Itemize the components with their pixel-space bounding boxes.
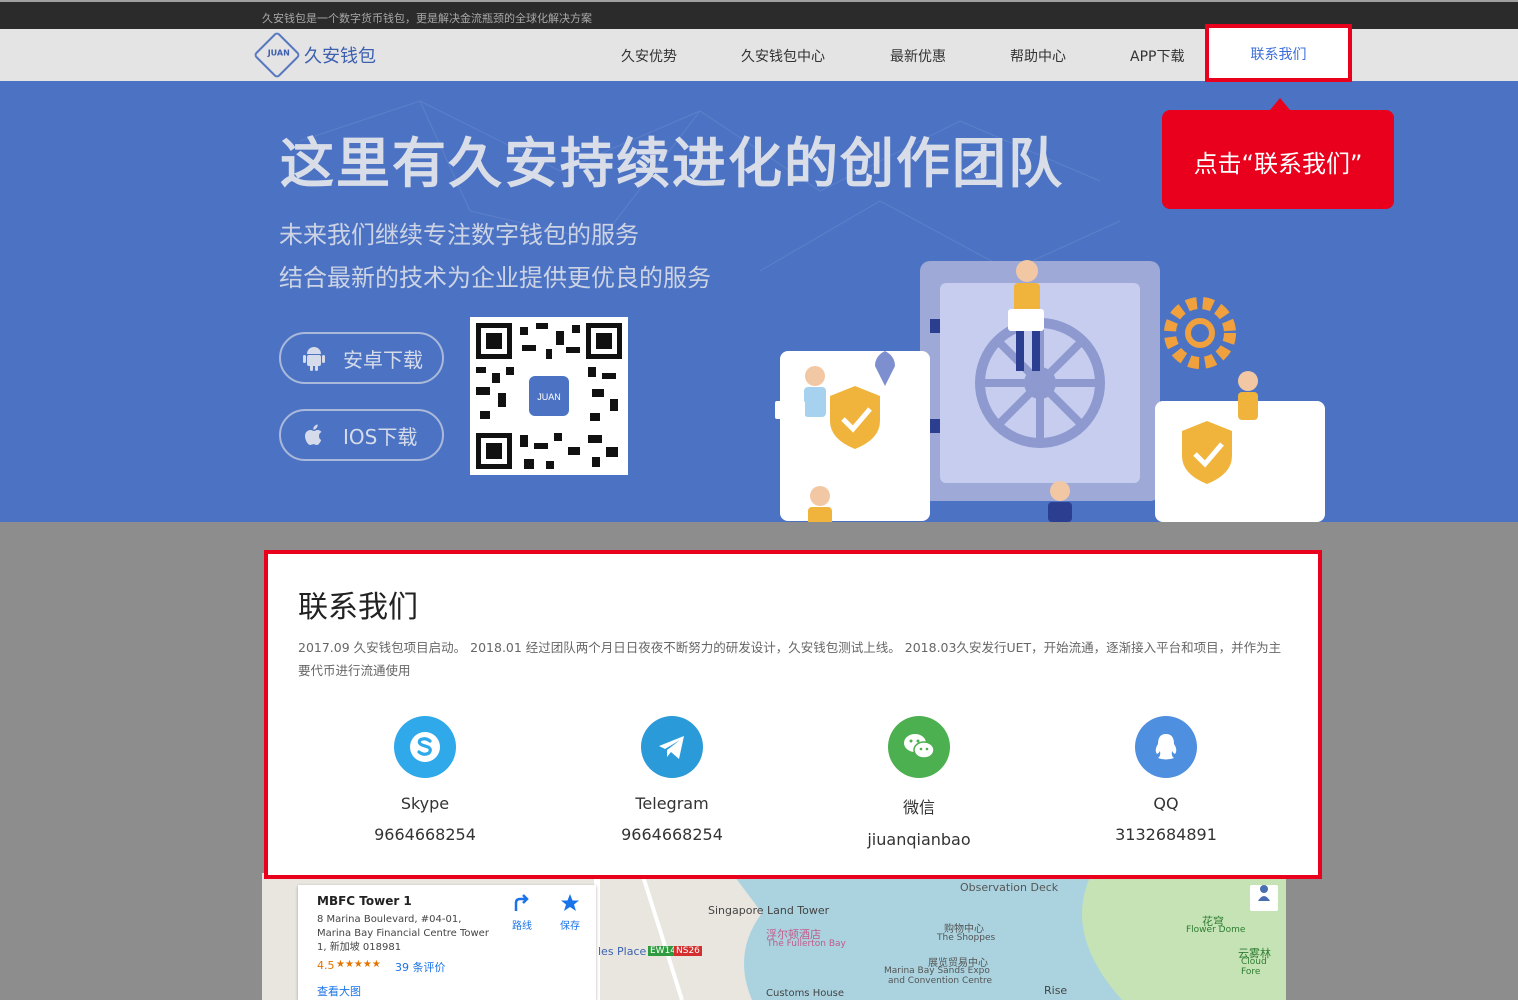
hero-title: 这里有久安持续进化的创作团队 — [280, 132, 1064, 195]
place-address: 8 Marina Boulevard, #04-01, Marina Bay F… — [317, 914, 489, 953]
android-download-label: 安卓下载 — [343, 347, 423, 372]
team-illustration — [775, 260, 1325, 522]
apple-icon — [299, 420, 329, 450]
nav-contact-us-label: 联系我们 — [1250, 47, 1307, 63]
contact-description: 2017.09 久安钱包项目启动。 2018.01 经过团队两个月日日夜夜不断努… — [298, 640, 1282, 678]
qq-icon — [1135, 716, 1197, 778]
map-label-cloud-forest: Cloud Fore — [1241, 957, 1267, 977]
contact-title: 联系我们 — [298, 590, 418, 625]
skype-icon — [394, 716, 456, 778]
channel-value: 3132684891 — [1115, 825, 1217, 844]
channel-wechat[interactable]: 微信 jiuanqianbao — [839, 716, 999, 849]
ios-download-label: IOS下载 — [343, 424, 418, 449]
star-icon — [561, 894, 579, 911]
nav-app-download[interactable]: APP下载 — [1130, 46, 1184, 66]
channel-telegram[interactable]: Telegram 9664668254 — [592, 716, 752, 844]
map-place-card: MBFC Tower 1 8 Marina Boulevard, #04-01,… — [298, 885, 596, 1000]
save-button[interactable]: 保存 — [552, 893, 588, 932]
map-label-shoppes: The Shoppes — [937, 933, 996, 943]
nav-wallet-center[interactable]: 久安钱包中心 — [741, 46, 825, 66]
directions-label: 路线 — [512, 921, 532, 932]
directions-icon — [514, 894, 529, 911]
android-icon — [299, 343, 329, 373]
contact-us-card: 联系我们 2017.09 久安钱包项目启动。 2018.01 经过团队两个月日日… — [264, 550, 1322, 879]
map-label-ns26: NS26 — [674, 946, 702, 956]
map-label-rise: Rise — [1044, 984, 1068, 997]
callout-text: 点击“联系我们” — [1193, 150, 1363, 178]
rating-stars: ★★★★★ — [336, 959, 381, 970]
channel-name: Skype — [400, 794, 450, 813]
save-label: 保存 — [560, 921, 580, 932]
map-label-expo: Marina Bay Sands Expo — [884, 966, 990, 976]
map-label-flower-dome: Flower Dome — [1186, 925, 1246, 935]
callout-tooltip: 点击“联系我们” — [1162, 98, 1394, 209]
directions-button[interactable]: 路线 — [504, 893, 540, 932]
channel-qq[interactable]: QQ 3132684891 — [1086, 716, 1246, 844]
channel-value: 9664668254 — [621, 825, 723, 844]
logo-name: 久安钱包 — [304, 46, 376, 67]
map-label-land-tower: Singapore Land Tower — [708, 904, 830, 917]
telegram-icon — [641, 716, 703, 778]
android-download-button[interactable]: 安卓下载 — [279, 332, 444, 384]
place-rating: 4.5 — [317, 959, 335, 972]
qr-logo-text: JUAN — [537, 392, 561, 402]
channel-skype[interactable]: Skype 9664668254 — [345, 716, 505, 844]
channel-name: Telegram — [635, 794, 709, 813]
map-label-les-place: les Place — [598, 945, 647, 958]
channel-name: QQ — [1153, 794, 1179, 813]
wechat-icon — [888, 716, 950, 778]
nav-promotions[interactable]: 最新优惠 — [890, 46, 946, 66]
hero-subtitle-2: 结合最新的技术为企业提供更优良的服务 — [279, 264, 711, 292]
ios-download-button[interactable]: IOS下载 — [279, 409, 444, 461]
logo[interactable]: JUAN 久安钱包 — [252, 30, 376, 80]
channel-name: 微信 — [902, 798, 935, 817]
map-label-convention: and Convention Centre — [888, 976, 993, 986]
logo-mark: JUAN — [252, 30, 302, 80]
tagline: 久安钱包是一个数字货币钱包，更是解决金流瓶颈的全球化解决方案 — [262, 12, 592, 25]
nav-contact-us[interactable]: 联系我们 — [1205, 24, 1352, 82]
hero-subtitle-1: 未来我们继续专注数字钱包的服务 — [279, 221, 639, 249]
reviews-link[interactable]: 39 条评价 — [395, 959, 446, 975]
map-label-customs: Customs House — [766, 988, 845, 999]
channel-value: 9664668254 — [374, 825, 476, 844]
nav-advantages[interactable]: 久安优势 — [621, 46, 677, 66]
nav-help-center[interactable]: 帮助中心 — [1010, 46, 1066, 66]
map-label-observation-deck: Observation Deck — [960, 881, 1059, 894]
channel-value: jiuanqianbao — [867, 830, 971, 849]
view-larger-map-link[interactable]: 查看大图 — [317, 983, 361, 999]
place-name: MBFC Tower 1 — [317, 894, 412, 908]
map-label-fullerton: The Fullerton Bay — [767, 939, 846, 949]
download-qr-code: JUAN — [470, 317, 628, 475]
